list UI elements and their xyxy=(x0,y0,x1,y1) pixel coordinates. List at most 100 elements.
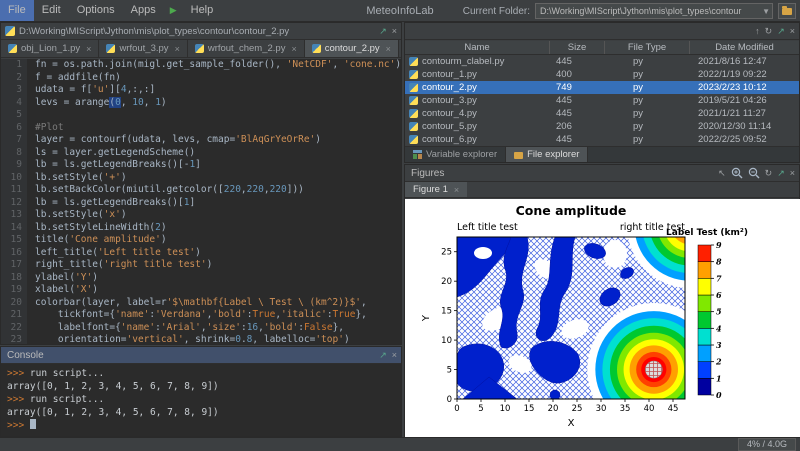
code-line: 14lb.setStyleLineWidth(2) xyxy=(1,222,401,235)
plot-left-title: Left title test xyxy=(457,222,518,233)
zoom-out-icon[interactable] xyxy=(748,167,760,179)
file-row-contour_4.py[interactable]: contour_4.py445py2021/1/21 11:27 xyxy=(405,107,799,120)
figures-title: Figures xyxy=(409,168,444,179)
contour-figure: 0510152025303540450510152025 Cone amplit… xyxy=(405,199,800,440)
tab-wrfout_chem_2.py[interactable]: wrfout_chem_2.py× xyxy=(188,40,305,57)
figure-tabbar: Figure 1 × xyxy=(405,182,799,198)
svg-text:20: 20 xyxy=(548,404,559,414)
tab-figure-1[interactable]: Figure 1 × xyxy=(405,182,467,197)
run-script-icon[interactable]: ▶ xyxy=(164,5,183,16)
menu-file[interactable]: File xyxy=(0,0,34,21)
code-line: 12lb = ls.getLegendBreaks()[1] xyxy=(1,197,401,210)
file-row-contour_3.py[interactable]: contour_3.py445py2019/5/21 04:26 xyxy=(405,94,799,107)
svg-text:7: 7 xyxy=(716,273,722,283)
tab-contour_2.py[interactable]: contour_2.py× xyxy=(305,40,399,57)
console-line: array([0, 1, 2, 3, 4, 5, 6, 7, 8, 9]) xyxy=(7,406,395,419)
python-file-icon xyxy=(106,44,115,53)
svg-text:1: 1 xyxy=(716,373,722,383)
menu-options[interactable]: Options xyxy=(69,0,123,21)
x-axis-label: X xyxy=(568,418,575,429)
python-file-icon xyxy=(409,57,418,66)
tab-obj_Lion_1.py[interactable]: obj_Lion_1.py× xyxy=(1,40,99,57)
float-panel-icon[interactable]: ↗ xyxy=(379,25,387,37)
zoom-in-icon[interactable] xyxy=(731,167,743,179)
folder-up-icon[interactable]: ↑ xyxy=(755,25,760,37)
console-line: >>> xyxy=(7,419,395,432)
file-row-contour_5.py[interactable]: contour_5.py206py2020/12/30 11:14 xyxy=(405,120,799,133)
table-icon xyxy=(413,150,422,159)
app-title: MeteoInfoLab xyxy=(366,5,433,17)
file-row-contour_6.py[interactable]: contour_6.py445py2022/2/25 09:52 xyxy=(405,133,799,146)
refresh-icon[interactable]: ↻ xyxy=(765,25,773,37)
close-panel-icon[interactable]: × xyxy=(790,167,795,179)
menu-help[interactable]: Help xyxy=(183,0,222,21)
tab-variable-explorer[interactable]: Variable explorer xyxy=(405,147,506,162)
menu-apps[interactable]: Apps xyxy=(123,0,164,21)
code-editor[interactable]: 1fn = os.path.join(migl.get_sample_folde… xyxy=(1,59,401,344)
svg-text:8: 8 xyxy=(716,257,722,267)
select-arrow-icon[interactable]: ↖ xyxy=(718,167,726,179)
float-panel-icon[interactable]: ↗ xyxy=(379,349,387,361)
console-panel: Console ↗ × >>> run script...array([0, 1… xyxy=(0,346,402,437)
close-tab-icon[interactable]: × xyxy=(173,44,180,54)
plot-title: Cone amplitude xyxy=(516,203,627,218)
console-output[interactable]: >>> run script...array([0, 1, 2, 3, 4, 5… xyxy=(1,364,401,436)
svg-text:3: 3 xyxy=(716,340,722,350)
memory-indicator[interactable]: 4% / 4.0G xyxy=(738,438,796,451)
file-row-contourm_clabel.py[interactable]: contourm_clabel.py445py2021/8/16 12:47 xyxy=(405,55,799,68)
editor-file-path: D:\Working\MIScript\Jython\mis\plot_type… xyxy=(15,26,289,37)
chevron-down-icon[interactable]: ▼ xyxy=(760,7,770,16)
code-line: 8ls = layer.getLegendScheme() xyxy=(1,147,401,160)
close-panel-icon[interactable]: × xyxy=(790,25,795,37)
column-header-file-type[interactable]: File Type xyxy=(605,41,690,54)
editor-header: D:\Working\MIScript\Jython\mis\plot_type… xyxy=(1,23,401,40)
close-figure-icon[interactable]: × xyxy=(452,185,459,195)
close-panel-icon[interactable]: × xyxy=(392,25,397,37)
meteoinfolab-window: FileEditOptionsApps▶Help MeteoInfoLab Cu… xyxy=(0,0,800,451)
file-explorer-header: ↑ ↻ ↗ × xyxy=(405,23,799,40)
python-file-icon xyxy=(409,70,418,79)
svg-text:25: 25 xyxy=(572,404,583,414)
close-tab-icon[interactable]: × xyxy=(84,44,91,54)
svg-text:15: 15 xyxy=(441,307,452,317)
column-header-name[interactable]: Name xyxy=(405,41,550,54)
current-folder-combobox[interactable]: D:\Working\MIScript\Jython\mis\plot_type… xyxy=(535,3,773,19)
code-line: 17right_title('right title test') xyxy=(1,259,401,272)
code-line: 7layer = contourf(udata, levs, cmap='BlA… xyxy=(1,134,401,147)
column-header-size[interactable]: Size xyxy=(550,41,605,54)
code-line: 3udata = f['u'][4,:,:] xyxy=(1,84,401,97)
figures-panel: Figures ↖ ↻ ↗ × xyxy=(404,164,800,437)
python-file-icon xyxy=(409,96,418,105)
svg-text:45: 45 xyxy=(668,404,679,414)
folder-icon xyxy=(782,8,792,15)
code-line: 6#Plot xyxy=(1,122,401,135)
rotate-icon[interactable]: ↻ xyxy=(765,167,773,179)
file-row-contour_1.py[interactable]: contour_1.py400py2022/1/19 09:22 xyxy=(405,68,799,81)
menu-edit[interactable]: Edit xyxy=(34,0,69,21)
float-panel-icon[interactable]: ↗ xyxy=(777,25,785,37)
figure-tab-label: Figure 1 xyxy=(413,184,448,195)
file-row-contour_2.py[interactable]: contour_2.py749py2023/2/23 10:12 xyxy=(405,81,799,94)
python-file-icon xyxy=(409,83,418,92)
code-line: 5 xyxy=(1,109,401,122)
float-panel-icon[interactable]: ↗ xyxy=(777,167,785,179)
svg-text:20: 20 xyxy=(441,277,452,287)
close-tab-icon[interactable]: × xyxy=(289,44,296,54)
close-panel-icon[interactable]: × xyxy=(392,349,397,361)
python-file-icon xyxy=(409,122,418,131)
python-file-icon xyxy=(195,44,204,53)
file-explorer-panel: ↑ ↻ ↗ × NameSizeFile TypeDate Modified c… xyxy=(404,22,800,163)
code-line: 13lb.setStyle('x') xyxy=(1,209,401,222)
folder-icon xyxy=(514,152,523,159)
figure-canvas[interactable]: 0510152025303540450510152025 Cone amplit… xyxy=(405,199,799,436)
browse-folder-button[interactable] xyxy=(778,3,796,19)
editor-panel: D:\Working\MIScript\Jython\mis\plot_type… xyxy=(0,22,402,345)
svg-text:0: 0 xyxy=(447,395,452,405)
close-tab-icon[interactable]: × xyxy=(384,44,391,54)
tab-file-explorer[interactable]: File explorer xyxy=(506,147,588,162)
column-header-date-modified[interactable]: Date Modified xyxy=(690,41,799,54)
svg-text:0: 0 xyxy=(454,404,459,414)
svg-text:40: 40 xyxy=(644,404,655,414)
y-axis-label: Y xyxy=(421,314,432,322)
tab-wrfout_3.py[interactable]: wrfout_3.py× xyxy=(99,40,187,57)
